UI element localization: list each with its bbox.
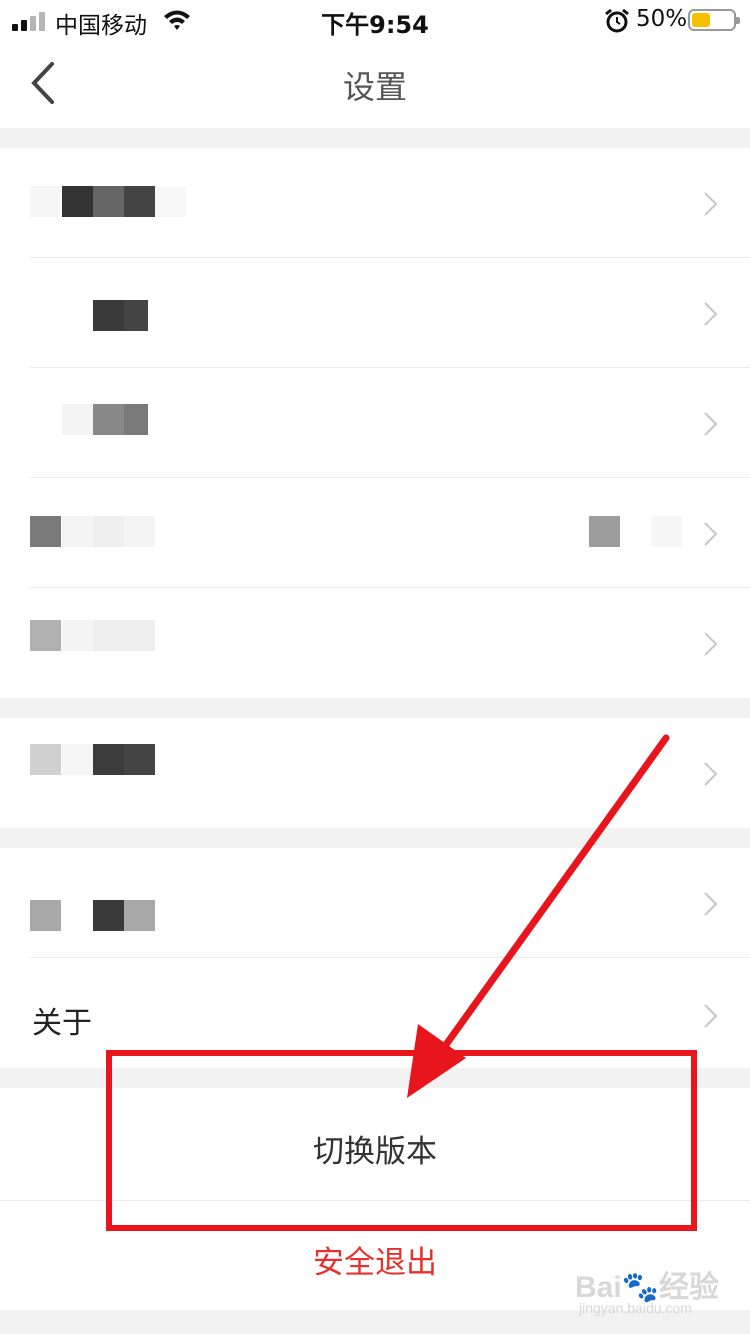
settings-row-2[interactable] xyxy=(0,258,750,368)
chevron-right-icon xyxy=(704,522,718,546)
settings-group-3: 关于 xyxy=(0,848,750,1068)
chevron-right-icon xyxy=(704,302,718,326)
battery-fill xyxy=(692,13,710,27)
chevron-right-icon xyxy=(704,192,718,216)
settings-row-1[interactable] xyxy=(0,148,750,258)
battery-percentage: 50% xyxy=(636,6,688,32)
settings-row-7[interactable] xyxy=(0,848,750,958)
chevron-right-icon xyxy=(704,1004,718,1028)
logout-label: 安全退出 xyxy=(313,1245,437,1281)
chevron-right-icon xyxy=(704,892,718,916)
status-bar: 中国移动 下午9:54 50% xyxy=(0,0,750,40)
settings-row-6[interactable] xyxy=(0,718,750,828)
about-label: 关于 xyxy=(32,1006,92,1041)
settings-row-5[interactable] xyxy=(0,588,750,698)
settings-group-2 xyxy=(0,718,750,828)
settings-row-4[interactable] xyxy=(0,478,750,588)
alarm-icon xyxy=(605,8,629,33)
annotation-highlight-box xyxy=(106,1050,697,1231)
navigation-bar: 设置 xyxy=(0,40,750,128)
page-title: 设置 xyxy=(342,68,407,106)
baidu-watermark-logo: Bai🐾经验 jingyan.baidu.com xyxy=(575,1271,720,1316)
chevron-right-icon xyxy=(704,762,718,786)
battery-icon xyxy=(688,9,740,31)
settings-group-1 xyxy=(0,148,750,698)
chevron-right-icon xyxy=(704,632,718,656)
settings-row-3[interactable] xyxy=(0,368,750,478)
chevron-right-icon xyxy=(704,412,718,436)
